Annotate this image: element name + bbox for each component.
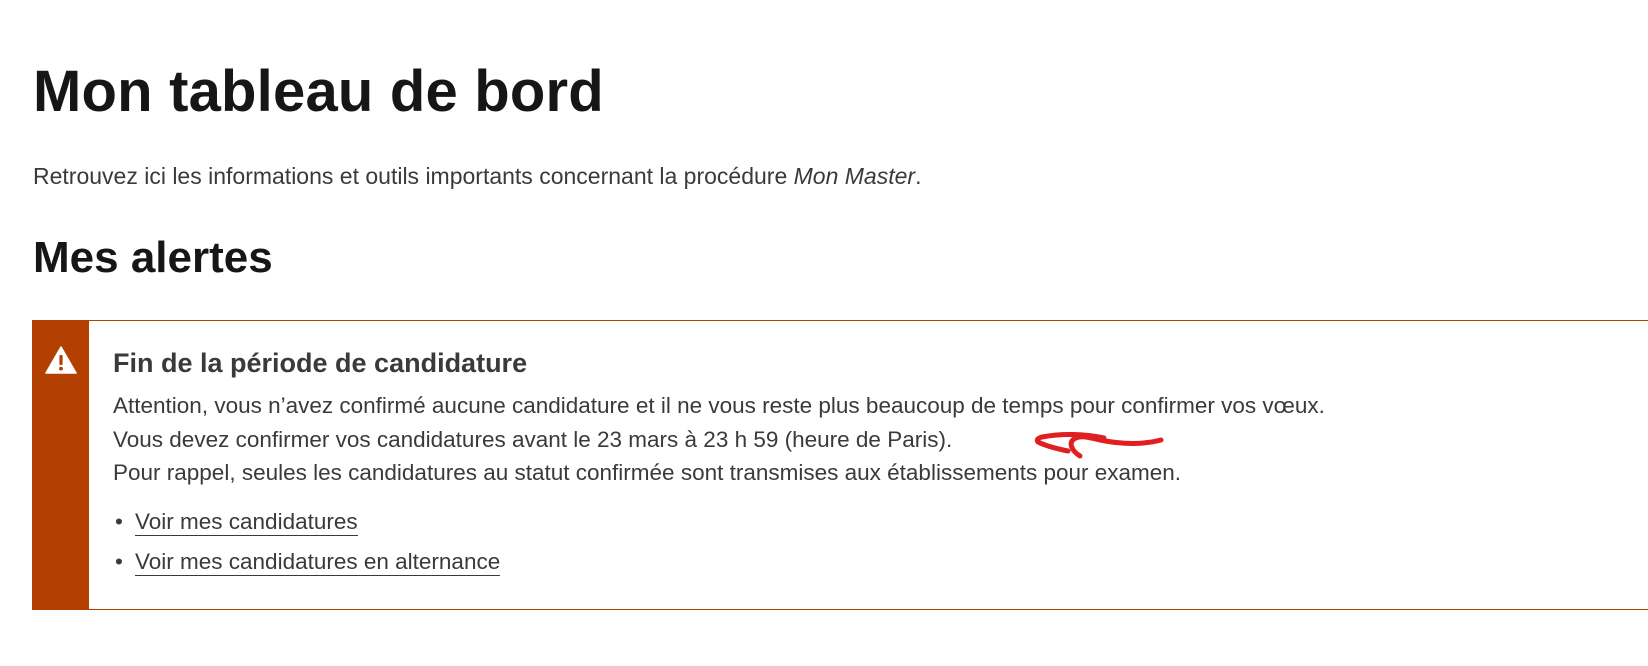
alert-links-list: • Voir mes candidatures • Voir mes candi… bbox=[113, 502, 1648, 582]
intro-emphasis: Mon Master bbox=[793, 163, 916, 189]
alert-body: Fin de la période de candidature Attenti… bbox=[113, 345, 1648, 582]
list-item: • Voir mes candidatures en alternance bbox=[113, 542, 1648, 582]
intro-text-end: . bbox=[915, 163, 922, 189]
alert-line-deadline: Vous devez confirmer vos candidatures av… bbox=[113, 426, 953, 452]
page-title: Mon tableau de bord bbox=[33, 59, 604, 124]
alert-deadline: Fin de la période de candidature Attenti… bbox=[32, 320, 1648, 610]
alert-text: Attention, vous n’avez confirmé aucune c… bbox=[113, 389, 1648, 490]
intro-text-main: Retrouvez ici les informations et outils… bbox=[33, 163, 794, 189]
bullet-icon: • bbox=[115, 548, 123, 574]
warning-icon bbox=[45, 346, 77, 374]
bullet-icon: • bbox=[115, 508, 123, 534]
alert-title: Fin de la période de candidature bbox=[113, 348, 528, 378]
alert-accent-bar bbox=[33, 321, 89, 609]
alerts-section-title: Mes alertes bbox=[33, 233, 273, 282]
alert-line-warning: Attention, vous n’avez confirmé aucune c… bbox=[113, 393, 1325, 418]
dashboard-page: Mon tableau de bord Retrouvez ici les in… bbox=[0, 0, 1648, 666]
view-applications-link[interactable]: Voir mes candidatures bbox=[135, 508, 358, 536]
list-item: • Voir mes candidatures bbox=[113, 502, 1648, 542]
alert-line-reminder: Pour rappel, seules les candidatures au … bbox=[113, 460, 1182, 485]
intro-text: Retrouvez ici les informations et outils… bbox=[33, 160, 921, 192]
view-work-study-applications-link[interactable]: Voir mes candidatures en alternance bbox=[135, 548, 501, 576]
